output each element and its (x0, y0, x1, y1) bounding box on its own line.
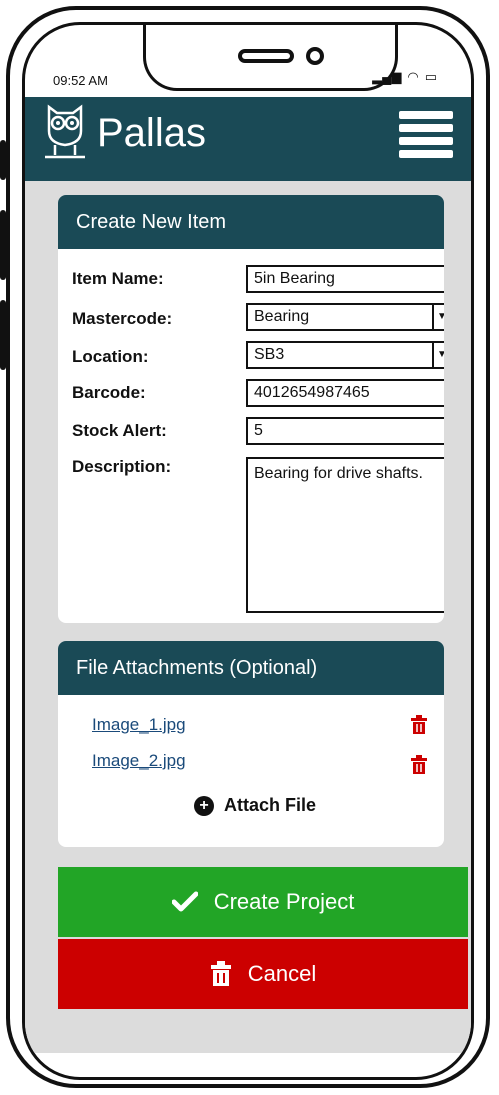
plus-circle-icon: + (194, 795, 214, 816)
menu-icon[interactable] (399, 111, 453, 159)
create-item-card: Create New Item Item Name: 5in Bearing M… (58, 195, 444, 623)
barcode-label: Barcode: (72, 383, 146, 402)
attach-file-button[interactable]: + Attach File (194, 795, 316, 816)
side-button (0, 300, 6, 370)
chevron-down-icon[interactable]: ▼ (432, 305, 444, 329)
item-name-label: Item Name: (72, 269, 164, 288)
barcode-field[interactable]: 4012654987465 (246, 379, 444, 407)
attachments-card: File Attachments (Optional) Image_1.jpg … (58, 641, 444, 847)
trash-icon[interactable] (410, 755, 428, 775)
cancel-button[interactable]: Cancel (58, 939, 468, 1009)
mastercode-value: Bearing (254, 308, 310, 325)
location-label: Location: (72, 347, 149, 366)
create-item-header: Create New Item (58, 195, 444, 249)
cancel-label: Cancel (247, 961, 317, 986)
create-project-button[interactable]: Create Project (58, 867, 468, 937)
attachment-link[interactable]: Image_1.jpg (92, 715, 186, 735)
side-button (0, 140, 6, 180)
location-value: SB3 (254, 346, 285, 363)
camera (306, 47, 324, 65)
speaker (238, 49, 294, 63)
create-project-label: Create Project (213, 889, 355, 914)
mastercode-select[interactable]: Bearing ▼ (246, 303, 444, 331)
description-label: Description: (72, 457, 172, 476)
stock-alert-label: Stock Alert: (72, 421, 167, 440)
trash-icon[interactable] (410, 715, 428, 735)
attachment-link[interactable]: Image_2.jpg (92, 751, 186, 771)
check-icon (171, 891, 198, 912)
attachments-header: File Attachments (Optional) (58, 641, 444, 695)
trash-icon (210, 961, 231, 986)
battery-icon: ▭ (424, 69, 437, 84)
chevron-down-icon[interactable]: ▼ (432, 343, 444, 367)
phone-notch (143, 25, 398, 91)
status-time: 09:52 AM (53, 73, 108, 88)
location-select[interactable]: SB3 ▼ (246, 341, 444, 369)
wifi-icon: ◠ (407, 69, 419, 84)
mastercode-label: Mastercode: (72, 309, 173, 328)
attach-file-label: Attach File (224, 795, 317, 815)
app-title: Pallas (97, 111, 206, 155)
app-header: Pallas (25, 97, 471, 181)
main-content: Create New Item Item Name: 5in Bearing M… (25, 181, 471, 1053)
status-icons: ▂▄▆ ◠ ▭ (372, 69, 437, 85)
phone-screen: 09:52 AM ▂▄▆ ◠ ▭ Pallas Create New Item (22, 22, 474, 1080)
signal-icon: ▂▄▆ (372, 69, 402, 84)
item-name-field[interactable]: 5in Bearing (246, 265, 444, 293)
owl-logo-icon (45, 104, 85, 159)
stock-alert-field[interactable]: 5 (246, 417, 444, 445)
description-field[interactable]: Bearing for drive shafts. (246, 457, 444, 613)
side-button (0, 210, 6, 280)
phone-frame: 09:52 AM ▂▄▆ ◠ ▭ Pallas Create New Item (6, 6, 490, 1088)
